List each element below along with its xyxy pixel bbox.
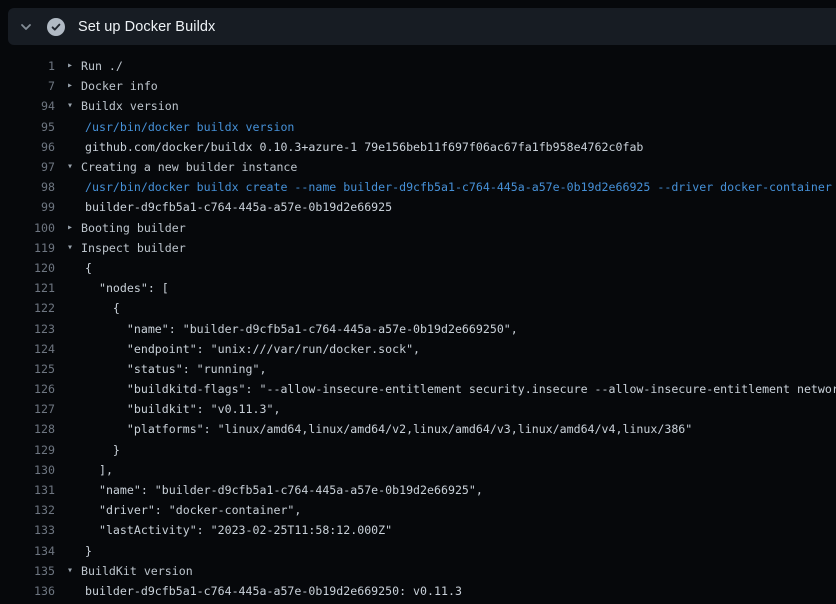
line-number[interactable]: 99 xyxy=(0,200,55,214)
log-line: 96 github.com/docker/buildx 0.10.3+azure-… xyxy=(0,137,836,157)
log-line: 95/usr/bin/docker buildx version xyxy=(0,117,836,137)
line-text: ], xyxy=(81,463,113,477)
fold-collapsed-icon[interactable]: ▸ xyxy=(67,76,81,96)
line-text[interactable]: Buildx version xyxy=(81,99,179,113)
log-line: 122 { xyxy=(0,298,836,318)
line-text[interactable]: Inspect builder xyxy=(81,241,186,255)
fold-expanded-icon[interactable]: ▾ xyxy=(67,561,81,581)
log-line: 136 builder-d9cfb5a1-c764-445a-a57e-0b19d… xyxy=(0,581,836,601)
log-line[interactable]: 94 ▾Buildx version xyxy=(0,96,836,116)
log-line: 128 "platforms": "linux/amd64,linux/amd6… xyxy=(0,419,836,439)
line-text: "platforms": "linux/amd64,linux/amd64/v2… xyxy=(81,422,692,436)
line-number[interactable]: 119 xyxy=(0,241,55,255)
step-title: Set up Docker Buildx xyxy=(78,19,215,35)
line-number[interactable]: 135 xyxy=(0,564,55,578)
line-number[interactable]: 136 xyxy=(0,584,55,598)
line-number[interactable]: 125 xyxy=(0,362,55,376)
fold-expanded-icon[interactable]: ▾ xyxy=(67,96,81,116)
line-number[interactable]: 120 xyxy=(0,261,55,275)
log-viewer: 1▸Run ./7▸Docker info94▾Buildx version95… xyxy=(0,56,836,601)
line-text: "buildkitd-flags": "--allow-insecure-ent… xyxy=(81,382,836,396)
line-text: "name": "builder-d9cfb5a1-c764-445a-a57e… xyxy=(81,483,483,497)
line-text: } xyxy=(81,544,92,558)
line-number[interactable]: 132 xyxy=(0,503,55,517)
line-text: "driver": "docker-container", xyxy=(81,503,301,517)
line-number[interactable]: 134 xyxy=(0,544,55,558)
line-text: "lastActivity": "2023-02-25T11:58:12.000… xyxy=(81,523,392,537)
line-number[interactable]: 95 xyxy=(0,120,55,134)
log-line: 126 "buildkitd-flags": "--allow-insecure… xyxy=(0,379,836,399)
log-line[interactable]: 135 ▾BuildKit version xyxy=(0,561,836,581)
line-text: { xyxy=(81,301,120,315)
line-text: "status": "running", xyxy=(81,362,266,376)
line-number[interactable]: 123 xyxy=(0,322,55,336)
line-text: } xyxy=(81,443,120,457)
line-number[interactable]: 128 xyxy=(0,422,55,436)
line-text: { xyxy=(81,261,92,275)
log-line: 99 builder-d9cfb5a1-c764-445a-a57e-0b19d2… xyxy=(0,197,836,217)
log-line: 129 } xyxy=(0,440,836,460)
line-number[interactable]: 121 xyxy=(0,281,55,295)
line-number[interactable]: 94 xyxy=(0,99,55,113)
line-number[interactable]: 130 xyxy=(0,463,55,477)
log-line: 130 ], xyxy=(0,460,836,480)
log-line: 132 "driver": "docker-container", xyxy=(0,500,836,520)
line-text: "name": "builder-d9cfb5a1-c764-445a-a57e… xyxy=(81,322,518,336)
line-number[interactable]: 131 xyxy=(0,483,55,497)
line-number[interactable]: 98 xyxy=(0,180,55,194)
line-number[interactable]: 1 xyxy=(0,59,55,73)
step-header[interactable]: Set up Docker Buildx xyxy=(8,8,836,45)
line-number[interactable]: 124 xyxy=(0,342,55,356)
log-line: 133 "lastActivity": "2023-02-25T11:58:12… xyxy=(0,520,836,540)
line-number[interactable]: 96 xyxy=(0,140,55,154)
line-number[interactable]: 126 xyxy=(0,382,55,396)
fold-expanded-icon[interactable]: ▾ xyxy=(67,238,81,258)
log-line: 125 "status": "running", xyxy=(0,359,836,379)
log-line: 131 "name": "builder-d9cfb5a1-c764-445a-… xyxy=(0,480,836,500)
line-number[interactable]: 133 xyxy=(0,523,55,537)
line-text: /usr/bin/docker buildx create --name bui… xyxy=(81,180,832,194)
line-text: builder-d9cfb5a1-c764-445a-a57e-0b19d2e6… xyxy=(81,584,462,598)
check-circle-icon xyxy=(47,18,65,36)
line-text: "nodes": [ xyxy=(81,281,169,295)
log-line: 127 "buildkit": "v0.11.3", xyxy=(0,399,836,419)
log-line[interactable]: 100 ▸Booting builder xyxy=(0,218,836,238)
line-number[interactable]: 97 xyxy=(0,160,55,174)
log-line[interactable]: 7 ▸Docker info xyxy=(0,76,836,96)
line-number[interactable]: 7 xyxy=(0,79,55,93)
line-text[interactable]: Booting builder xyxy=(81,221,186,235)
line-text[interactable]: BuildKit version xyxy=(81,564,193,578)
fold-collapsed-icon[interactable]: ▸ xyxy=(67,218,81,238)
fold-collapsed-icon[interactable]: ▸ xyxy=(67,56,81,76)
log-line: 123 "name": "builder-d9cfb5a1-c764-445a-… xyxy=(0,318,836,338)
line-number[interactable]: 129 xyxy=(0,443,55,457)
log-line[interactable]: 119 ▾Inspect builder xyxy=(0,238,836,258)
line-number[interactable]: 127 xyxy=(0,402,55,416)
line-text[interactable]: Creating a new builder instance xyxy=(81,160,297,174)
log-line: 124 "endpoint": "unix:///var/run/docker.… xyxy=(0,339,836,359)
line-text: "buildkit": "v0.11.3", xyxy=(81,402,280,416)
log-line[interactable]: 1 ▸Run ./ xyxy=(0,56,836,76)
line-text: /usr/bin/docker buildx version xyxy=(81,120,294,134)
line-text[interactable]: Docker info xyxy=(81,79,158,93)
line-text[interactable]: Run ./ xyxy=(81,59,123,73)
fold-expanded-icon[interactable]: ▾ xyxy=(67,157,81,177)
line-number[interactable]: 100 xyxy=(0,221,55,235)
line-number[interactable]: 122 xyxy=(0,301,55,315)
log-line: 98/usr/bin/docker buildx create --name b… xyxy=(0,177,836,197)
line-text: "endpoint": "unix:///var/run/docker.sock… xyxy=(81,342,420,356)
log-line: 120 { xyxy=(0,258,836,278)
line-text: github.com/docker/buildx 0.10.3+azure-1 … xyxy=(81,140,643,154)
log-line[interactable]: 97 ▾Creating a new builder instance xyxy=(0,157,836,177)
log-line: 134} xyxy=(0,541,836,561)
line-text: builder-d9cfb5a1-c764-445a-a57e-0b19d2e6… xyxy=(81,200,392,214)
chevron-down-icon[interactable] xyxy=(18,19,34,35)
log-line: 121 "nodes": [ xyxy=(0,278,836,298)
